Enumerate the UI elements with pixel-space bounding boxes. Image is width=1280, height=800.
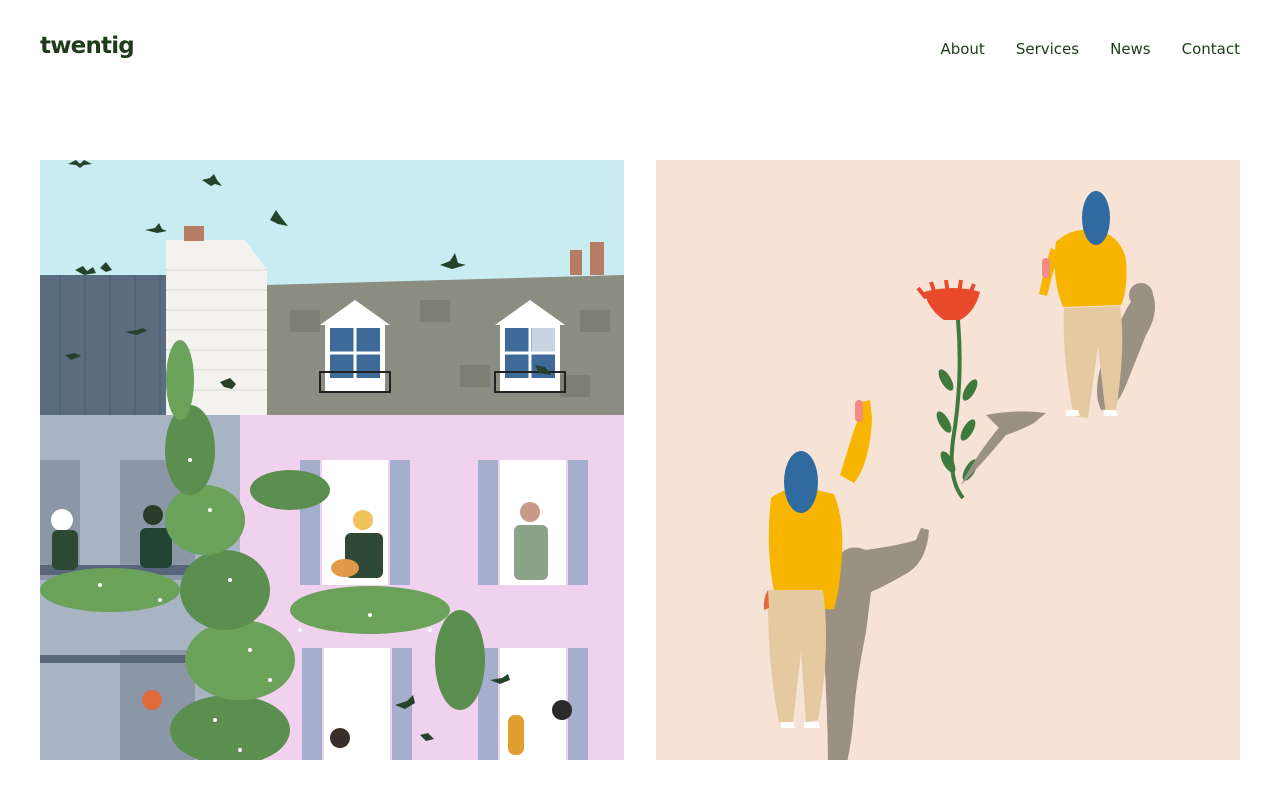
site-logo[interactable]: twentig: [40, 33, 135, 59]
waving-scene: [656, 160, 1240, 760]
site-header: twentig About Services News Contact: [0, 0, 1280, 100]
nav-link-news[interactable]: News: [1110, 40, 1151, 58]
main-navigation: About Services News Contact: [940, 40, 1240, 58]
nav-link-contact[interactable]: Contact: [1182, 40, 1240, 58]
two-people-waving-illustration[interactable]: [656, 160, 1240, 760]
building-scene: [40, 160, 624, 760]
apartment-building-illustration[interactable]: [40, 160, 624, 760]
nav-link-about[interactable]: About: [940, 40, 984, 58]
nav-link-services[interactable]: Services: [1016, 40, 1079, 58]
